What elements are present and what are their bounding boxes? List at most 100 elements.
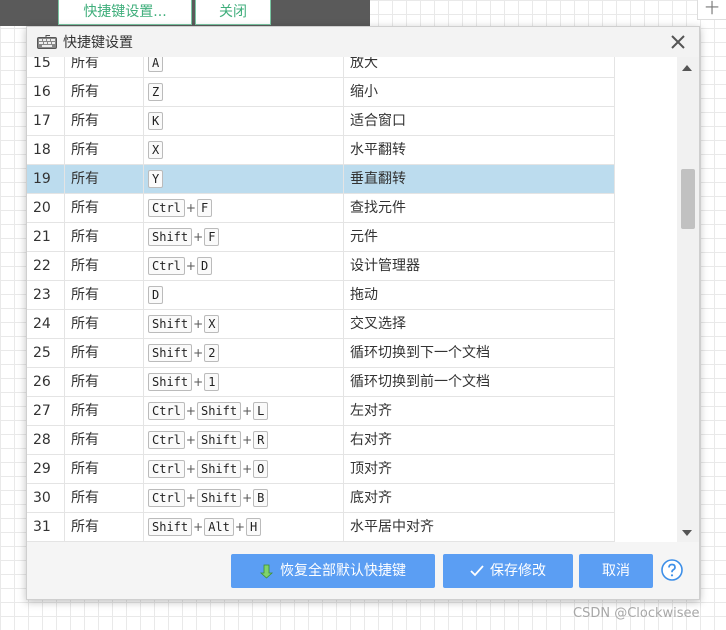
row-number: 20	[27, 194, 65, 222]
keycap: Shift	[196, 431, 242, 449]
keycap: Alt	[204, 518, 234, 536]
table-row[interactable]: 19 所有 Y 垂直翻转	[27, 165, 615, 194]
row-number: 26	[27, 368, 65, 396]
dialog-titlebar: 快捷键设置	[27, 27, 699, 58]
row-description: 缩小	[344, 78, 615, 106]
row-shortcut-keys[interactable]: Ctrl + Shift + R	[144, 426, 344, 454]
row-scope: 所有	[65, 484, 144, 512]
help-icon[interactable]	[661, 559, 683, 581]
table-row[interactable]: 29 所有 Ctrl + Shift + O 顶对齐	[27, 455, 615, 484]
corner-control[interactable]: 十	[697, 0, 726, 20]
restore-defaults-button[interactable]: 恢复全部默认快捷键	[231, 554, 435, 588]
tab-shortcut-settings[interactable]: 快捷键设置...	[58, 0, 192, 25]
row-shortcut-keys[interactable]: Y	[144, 165, 344, 193]
row-scope: 所有	[65, 368, 144, 396]
row-shortcut-keys[interactable]: Ctrl + D	[144, 252, 344, 280]
save-button[interactable]: 保存修改	[443, 554, 573, 588]
row-shortcut-keys[interactable]: K	[144, 107, 344, 135]
row-scope: 所有	[65, 339, 144, 367]
keycap: B	[253, 489, 269, 507]
row-number: 24	[27, 310, 65, 338]
table-row[interactable]: 30 所有 Ctrl + Shift + B 底对齐	[27, 484, 615, 513]
table-row[interactable]: 26 所有 Shift +1 循环切换到前一个文档	[27, 368, 615, 397]
row-description: 水平居中对齐	[344, 513, 615, 541]
key-plus: +	[193, 375, 204, 389]
keycap: O	[253, 460, 269, 478]
row-shortcut-keys[interactable]: Ctrl + Shift + L	[144, 397, 344, 425]
row-shortcut-keys[interactable]: Ctrl + F	[144, 194, 344, 222]
scroll-up-arrow-icon[interactable]	[682, 65, 692, 71]
key-plus: +	[185, 201, 196, 215]
row-shortcut-keys[interactable]: D	[144, 281, 344, 309]
table-row[interactable]: 23 所有 D 拖动	[27, 281, 615, 310]
scroll-down-arrow-icon[interactable]	[682, 530, 692, 536]
row-scope: 所有	[65, 252, 144, 280]
table-row[interactable]: 27 所有 Ctrl + Shift + L 左对齐	[27, 397, 615, 426]
list-scrollbar[interactable]	[677, 57, 699, 542]
table-row[interactable]: 17 所有 K 适合窗口	[27, 107, 615, 136]
row-description: 顶对齐	[344, 455, 615, 483]
shortcut-list[interactable]: 15 所有 A 放大 16 所有 Z 缩小 17 所有 K 适合窗口 18 所有 X 水平翻转 19 所有 Y 垂直翻…	[27, 57, 699, 542]
row-shortcut-keys[interactable]: Shift + X	[144, 310, 344, 338]
row-shortcut-keys[interactable]: A	[144, 57, 344, 77]
row-number: 16	[27, 78, 65, 106]
table-row[interactable]: 15 所有 A 放大	[27, 57, 615, 78]
keycap: K	[148, 112, 164, 130]
scrollbar-thumb[interactable]	[681, 169, 695, 229]
row-number: 18	[27, 136, 65, 164]
key-plus: +	[193, 230, 204, 244]
row-scope: 所有	[65, 426, 144, 454]
row-number: 28	[27, 426, 65, 454]
keycap: X	[204, 315, 220, 333]
row-shortcut-keys[interactable]: Shift + Alt + H	[144, 513, 344, 541]
row-number: 15	[27, 57, 65, 77]
row-shortcut-keys[interactable]: Ctrl + Shift + O	[144, 455, 344, 483]
cancel-label: 取消	[602, 563, 630, 579]
row-shortcut-keys[interactable]: Shift +1	[144, 368, 344, 396]
row-shortcut-keys[interactable]: Z	[144, 78, 344, 106]
keycap: Shift	[148, 344, 193, 362]
restore-icon	[259, 564, 274, 579]
row-scope: 所有	[65, 78, 144, 106]
table-row[interactable]: 25 所有 Shift +2 循环切换到下一个文档	[27, 339, 615, 368]
table-row[interactable]: 20 所有 Ctrl + F 查找元件	[27, 194, 615, 223]
table-row[interactable]: 28 所有 Ctrl + Shift + R 右对齐	[27, 426, 615, 455]
keycap: Shift	[148, 518, 193, 536]
keycap: Ctrl	[148, 460, 185, 478]
table-row[interactable]: 18 所有 X 水平翻转	[27, 136, 615, 165]
key-plus: +	[242, 491, 253, 505]
key-plus: +	[185, 462, 196, 476]
keyboard-icon	[37, 35, 57, 49]
row-shortcut-keys[interactable]: X	[144, 136, 344, 164]
row-shortcut-keys[interactable]: Ctrl + Shift + B	[144, 484, 344, 512]
row-description: 元件	[344, 223, 615, 251]
row-shortcut-keys[interactable]: Shift +2	[144, 339, 344, 367]
close-icon[interactable]	[669, 33, 687, 51]
table-row[interactable]: 16 所有 Z 缩小	[27, 78, 615, 107]
dialog-footer: 恢复全部默认快捷键 保存修改 取消	[27, 542, 699, 599]
keycap: Shift	[148, 373, 193, 391]
key-plus: +	[185, 433, 196, 447]
row-description: 循环切换到下一个文档	[344, 339, 615, 367]
keycap: D	[148, 286, 164, 304]
row-description: 交叉选择	[344, 310, 615, 338]
key-plus: +	[242, 404, 253, 418]
keycap: R	[253, 431, 269, 449]
row-scope: 所有	[65, 310, 144, 338]
keycap: Shift	[196, 460, 242, 478]
keycap: Ctrl	[148, 402, 185, 420]
table-row[interactable]: 22 所有 Ctrl + D 设计管理器	[27, 252, 615, 281]
row-description: 左对齐	[344, 397, 615, 425]
table-row[interactable]: 24 所有 Shift + X 交叉选择	[27, 310, 615, 339]
row-description: 底对齐	[344, 484, 615, 512]
cancel-button[interactable]: 取消	[579, 554, 653, 588]
table-row[interactable]: 31 所有 Shift + Alt + H 水平居中对齐	[27, 513, 615, 542]
keycap: Ctrl	[148, 489, 185, 507]
tab-close[interactable]: 关闭	[195, 0, 271, 25]
table-row[interactable]: 21 所有 Shift + F 元件	[27, 223, 615, 252]
keycap: Y	[148, 170, 164, 188]
row-scope: 所有	[65, 194, 144, 222]
key-plus: +	[193, 317, 204, 331]
row-shortcut-keys[interactable]: Shift + F	[144, 223, 344, 251]
row-number: 27	[27, 397, 65, 425]
